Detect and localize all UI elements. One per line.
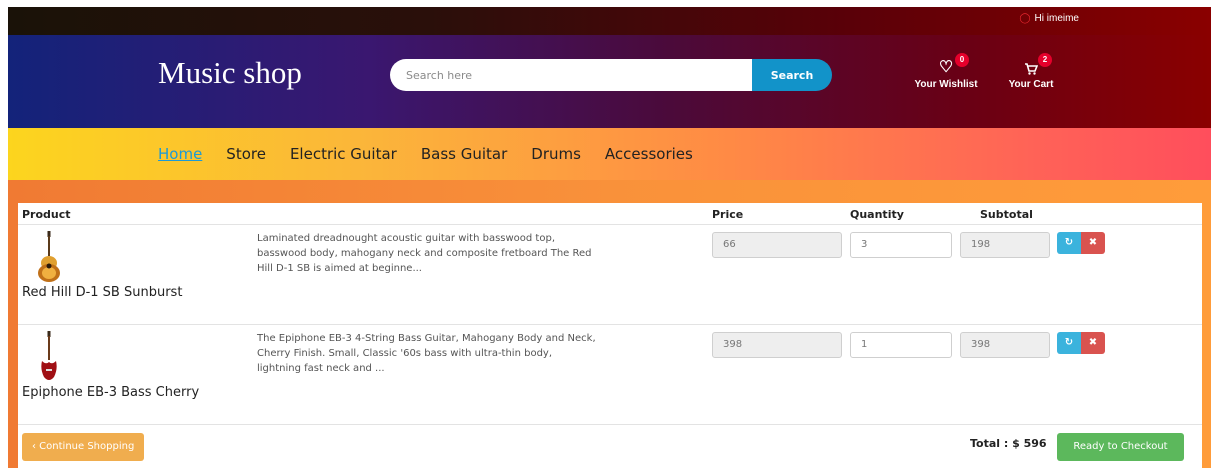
cart-total: Total : $ 596 bbox=[970, 437, 1047, 450]
col-subtotal: Subtotal bbox=[980, 208, 1033, 221]
nav-item-store[interactable]: Store bbox=[226, 145, 266, 163]
cart-label: Your Cart bbox=[1008, 79, 1054, 90]
top-bar: ◯ Hi imeime bbox=[8, 7, 1211, 35]
nav-item-home[interactable]: Home bbox=[158, 145, 202, 163]
quantity-input[interactable]: 3 bbox=[850, 232, 952, 258]
refresh-button[interactable]: ↻ bbox=[1057, 232, 1081, 254]
delete-button[interactable]: ✖ bbox=[1081, 332, 1105, 354]
nav-item-electric-guitar[interactable]: Electric Guitar bbox=[290, 145, 397, 163]
refresh-icon: ↻ bbox=[1064, 337, 1074, 348]
trash-icon: ✖ bbox=[1088, 237, 1098, 248]
col-price: Price bbox=[712, 208, 744, 221]
heart-icon: ♡ bbox=[938, 59, 954, 76]
price-field: 66 bbox=[712, 232, 842, 258]
product-image bbox=[38, 231, 60, 282]
nav-item-bass-guitar[interactable]: Bass Guitar bbox=[421, 145, 507, 163]
search-input[interactable] bbox=[390, 59, 752, 91]
product-name[interactable]: Red Hill D-1 SB Sunburst bbox=[22, 285, 182, 300]
price-field: 398 bbox=[712, 332, 842, 358]
product-image bbox=[41, 331, 57, 380]
continue-shopping-button[interactable]: ‹ Continue Shopping bbox=[22, 433, 145, 461]
refresh-icon: ↻ bbox=[1064, 237, 1074, 248]
site-logo[interactable]: Music shop bbox=[158, 55, 302, 91]
trash-icon: ✖ bbox=[1088, 337, 1098, 348]
checkout-button[interactable]: Ready to Checkout bbox=[1057, 433, 1184, 461]
nav-item-accessories[interactable]: Accessories bbox=[605, 145, 693, 163]
main-content: Product Price Quantity Subtotal Red Hill… bbox=[8, 180, 1211, 468]
user-greeting-text: Hi imeime bbox=[1034, 13, 1079, 24]
wishlist-link[interactable]: ♡ 0 Your Wishlist bbox=[912, 53, 980, 90]
main-nav: Home Store Electric Guitar Bass Guitar D… bbox=[8, 128, 1211, 180]
subtotal-field: 398 bbox=[960, 332, 1050, 358]
delete-button[interactable]: ✖ bbox=[1081, 232, 1105, 254]
cart-link[interactable]: 2 Your Cart bbox=[1006, 53, 1056, 90]
col-product: Product bbox=[22, 208, 71, 221]
col-quantity: Quantity bbox=[850, 208, 904, 221]
wishlist-count-badge: 0 bbox=[955, 53, 969, 67]
subtotal-field: 198 bbox=[960, 232, 1050, 258]
search-bar: Search bbox=[390, 59, 832, 91]
cart-icon bbox=[1024, 63, 1039, 80]
cart-count-badge: 2 bbox=[1038, 53, 1052, 67]
nav-item-drums[interactable]: Drums bbox=[531, 145, 581, 163]
product-description: The Epiphone EB-3 4-String Bass Guitar, … bbox=[257, 333, 596, 374]
table-row: Epiphone EB-3 Bass Cherry The Epiphone E… bbox=[18, 325, 1202, 425]
cart-panel: Product Price Quantity Subtotal Red Hill… bbox=[18, 203, 1202, 468]
refresh-button[interactable]: ↻ bbox=[1057, 332, 1081, 354]
user-icon: ◯ bbox=[1019, 13, 1031, 24]
user-greeting[interactable]: ◯ Hi imeime bbox=[1019, 13, 1079, 24]
table-row: Red Hill D-1 SB Sunburst Laminated dread… bbox=[18, 225, 1202, 325]
wishlist-label: Your Wishlist bbox=[914, 79, 978, 90]
cart-table-header: Product Price Quantity Subtotal bbox=[18, 203, 1202, 225]
quantity-input[interactable]: 1 bbox=[850, 332, 952, 358]
product-description: Laminated dreadnought acoustic guitar wi… bbox=[257, 233, 592, 274]
product-name[interactable]: Epiphone EB-3 Bass Cherry bbox=[22, 385, 199, 400]
search-button[interactable]: Search bbox=[752, 59, 832, 91]
header: Music shop Search ♡ 0 Your Wishlist 2 Yo… bbox=[8, 35, 1211, 128]
